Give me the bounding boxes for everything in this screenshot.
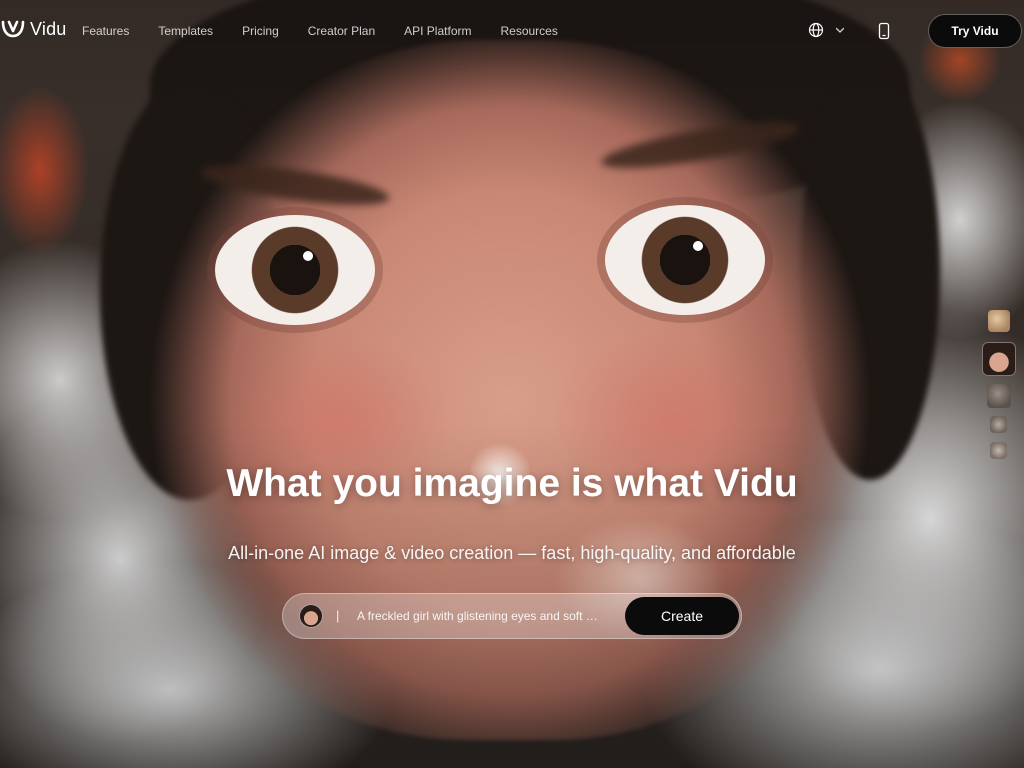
hero-thumbnail[interactable]: [988, 310, 1010, 332]
hero-thumbnail[interactable]: [987, 384, 1011, 408]
prompt-input[interactable]: A freckled girl with glistening eyes and…: [357, 609, 619, 623]
mobile-phone-icon[interactable]: [876, 22, 892, 40]
try-vidu-button[interactable]: Try Vidu: [928, 14, 1022, 48]
top-navbar: Vidu Features Templates Pricing Creator …: [0, 0, 1024, 64]
language-selector[interactable]: [808, 22, 846, 38]
brand-logo[interactable]: Vidu: [0, 18, 67, 40]
page: Vidu Features Templates Pricing Creator …: [0, 0, 1024, 768]
create-button[interactable]: Create: [625, 597, 739, 635]
hero-shade-overlay: [0, 0, 1024, 768]
nav-links: Features Templates Pricing Creator Plan …: [82, 24, 587, 38]
hero-headline: What you imagine is what Vidu: [226, 462, 798, 505]
nav-link-api-platform[interactable]: API Platform: [404, 24, 471, 38]
prompt-cursor: |: [336, 608, 340, 623]
nav-link-resources[interactable]: Resources: [500, 24, 557, 38]
globe-icon: [808, 22, 824, 38]
hero-thumbnail[interactable]: [990, 416, 1007, 433]
nav-link-creator-plan[interactable]: Creator Plan: [308, 24, 375, 38]
prompt-reference-avatar[interactable]: [299, 604, 323, 628]
brand-name: Vidu: [30, 18, 67, 39]
vidu-logo-icon: [1, 20, 25, 38]
nav-link-templates[interactable]: Templates: [158, 24, 213, 38]
hero-thumbnail-active[interactable]: [982, 342, 1016, 376]
hero-subheadline: All-in-one AI image & video creation — f…: [228, 543, 796, 563]
chevron-down-icon: [835, 27, 845, 33]
prompt-bar[interactable]: | A freckled girl with glistening eyes a…: [282, 593, 742, 639]
nav-link-pricing[interactable]: Pricing: [242, 24, 279, 38]
nav-link-features[interactable]: Features: [82, 24, 129, 38]
hero-thumbnail[interactable]: [990, 442, 1007, 459]
hero-background-image: [0, 0, 1024, 768]
